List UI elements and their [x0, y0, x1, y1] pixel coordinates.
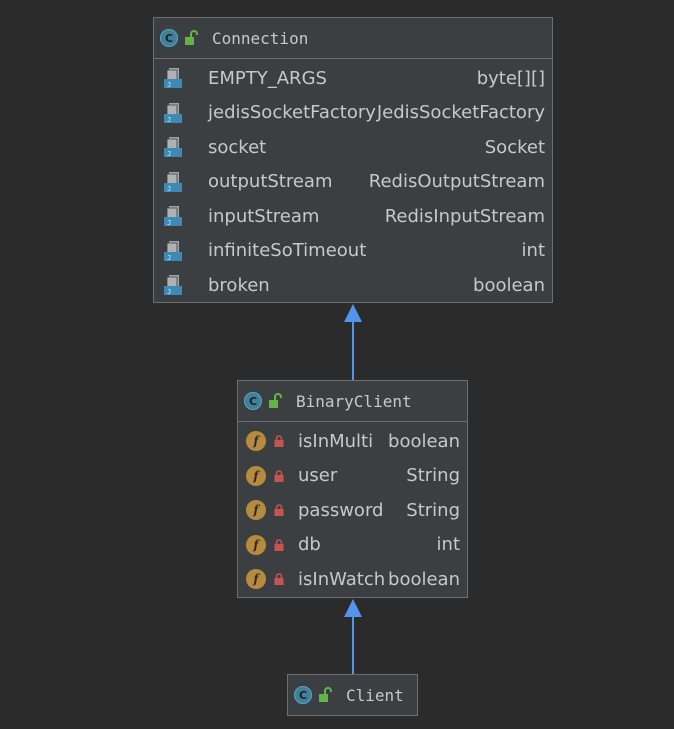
class-name: Connection [212, 28, 309, 48]
lock-icon [274, 538, 284, 551]
binaryclient-field-list: f isInMulti boolean f user String f pass… [238, 422, 467, 597]
field-row[interactable]: J broken boolean [154, 268, 552, 303]
field-type: boolean [388, 430, 460, 452]
field-type: boolean [473, 274, 545, 296]
field-name: socket [208, 136, 267, 158]
field-row[interactable]: J jedisSocketFactory JedisSocketFactory [154, 96, 552, 131]
client-class-box[interactable]: C Client [287, 674, 418, 716]
svg-text:J: J [167, 116, 171, 124]
class-icon: C [294, 686, 312, 704]
field-type: String [406, 499, 460, 521]
field-name: isInMulti [298, 430, 374, 452]
client-class-header[interactable]: C Client [288, 675, 417, 715]
field-type: boolean [388, 568, 460, 590]
java-file-icon: J [164, 171, 182, 193]
class-icon: C [244, 392, 262, 410]
connection-field-list: J EMPTY_ARGS byte[][] J jedisSocketFacto… [154, 59, 552, 303]
java-file-icon: J [164, 102, 182, 124]
field-icon: f [246, 465, 266, 486]
field-name: isInWatch [298, 568, 386, 590]
unlocked-icon [319, 687, 332, 702]
field-type: RedisOutputStream [368, 171, 545, 193]
field-row[interactable]: J infiniteSoTimeout int [154, 234, 552, 269]
field-type: int [521, 240, 545, 262]
inheritance-arrow-binaryclient-connection [344, 304, 362, 380]
field-icon: f [246, 569, 266, 590]
connection-class-box[interactable]: C Connection J EMPTY_ARGS byte[][] J jed… [153, 17, 553, 303]
svg-text:J: J [167, 254, 171, 262]
svg-text:J: J [167, 150, 171, 158]
field-name: infiniteSoTimeout [208, 240, 367, 262]
field-name: broken [208, 274, 270, 296]
field-name: EMPTY_ARGS [208, 67, 327, 89]
svg-text:J: J [167, 185, 171, 193]
inheritance-arrow-client-binaryclient [344, 599, 362, 674]
field-row[interactable]: f isInWatch boolean [238, 562, 467, 597]
field-type: JedisSocketFactory [376, 102, 545, 124]
field-icon: f [246, 431, 266, 452]
lock-icon [274, 469, 284, 482]
field-type: byte[][] [476, 67, 545, 89]
java-file-icon: J [164, 137, 182, 158]
field-row[interactable]: f user String [238, 459, 467, 494]
unlocked-icon [269, 393, 282, 408]
binaryclient-class-header[interactable]: C BinaryClient [238, 381, 467, 422]
field-row[interactable]: J inputStream RedisInputStream [154, 199, 552, 234]
field-row[interactable]: f isInMulti boolean [238, 424, 467, 459]
field-name: outputStream [208, 171, 333, 193]
field-row[interactable]: f db int [238, 528, 467, 563]
field-row[interactable]: J outputStream RedisOutputStream [154, 165, 552, 200]
field-type: int [436, 534, 460, 556]
svg-text:J: J [167, 288, 171, 296]
class-name: BinaryClient [296, 391, 412, 411]
field-name: jedisSocketFactory [208, 102, 376, 124]
field-type: Socket [484, 136, 545, 158]
java-file-icon: J [164, 68, 182, 89]
lock-icon [274, 504, 284, 517]
unlocked-icon [185, 30, 198, 45]
field-name: db [298, 534, 321, 556]
field-name: inputStream [208, 205, 320, 227]
field-name: password [298, 499, 384, 521]
java-file-icon: J [164, 206, 182, 227]
field-row[interactable]: J socket Socket [154, 130, 552, 165]
java-file-icon: J [164, 275, 182, 296]
connection-class-header[interactable]: C Connection [154, 18, 552, 59]
svg-text:J: J [167, 219, 171, 227]
field-icon: f [246, 534, 266, 555]
svg-text:J: J [167, 81, 171, 89]
field-type: String [406, 465, 460, 487]
lock-icon [274, 573, 284, 586]
field-type: RedisInputStream [384, 205, 545, 227]
lock-icon [274, 435, 284, 448]
binaryclient-class-box[interactable]: C BinaryClient f isInMulti boolean f use… [237, 380, 468, 598]
field-row[interactable]: J EMPTY_ARGS byte[][] [154, 61, 552, 96]
java-file-icon: J [164, 240, 182, 262]
class-name: Client [346, 685, 404, 705]
field-row[interactable]: f password String [238, 493, 467, 528]
field-icon: f [246, 500, 266, 521]
class-icon: C [160, 29, 178, 47]
field-name: user [298, 465, 338, 487]
